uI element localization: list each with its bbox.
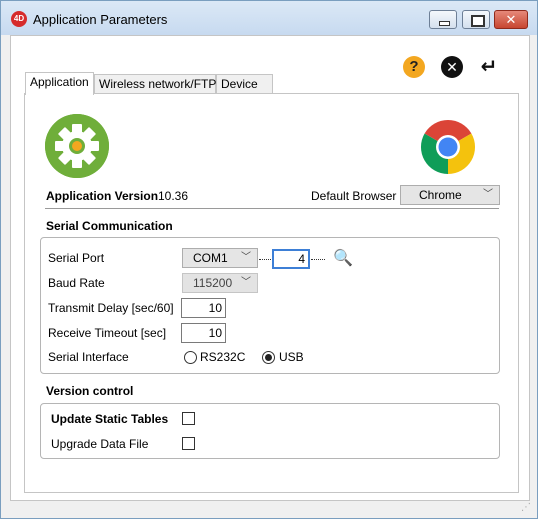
- enter-icon[interactable]: ↵: [478, 56, 500, 78]
- maximize-icon: [463, 11, 489, 28]
- baud-rate-select[interactable]: 115200 ﹀: [182, 273, 258, 293]
- baud-rate-label: Baud Rate: [48, 276, 105, 290]
- minimize-button[interactable]: [429, 10, 457, 29]
- rs232c-label: RS232C: [200, 350, 246, 364]
- upgrade-data-file-checkbox[interactable]: [182, 437, 195, 450]
- chevron-down-icon: ﹀: [483, 189, 493, 200]
- default-browser-select[interactable]: Chrome ﹀: [400, 185, 500, 205]
- rs232c-radio[interactable]: [184, 351, 197, 364]
- version-control-group: Update Static Tables Upgrade Data File: [40, 403, 500, 459]
- application-tab-panel: Application Version 10.36 Default Browse…: [24, 93, 519, 493]
- application-version-label: Application Version: [46, 189, 159, 203]
- zoom-icon[interactable]: 🔍: [333, 249, 353, 269]
- port-connector-line: [259, 259, 273, 260]
- window-title: Application Parameters: [33, 12, 168, 27]
- transmit-delay-field[interactable]: 10: [181, 298, 226, 318]
- dialog-client-area: ? ✕ ↵ Application Wireless network/FTP D…: [10, 35, 530, 501]
- cancel-icon[interactable]: ✕: [441, 56, 463, 78]
- gear-icon: [45, 114, 109, 178]
- tab-application[interactable]: Application: [25, 72, 94, 95]
- serial-port-number-field[interactable]: 4: [272, 249, 310, 269]
- application-version-value: 10.36: [158, 189, 189, 203]
- receive-timeout-label: Receive Timeout [sec]: [48, 326, 167, 340]
- serial-communication-group: Serial Port COM1 ﹀ 4 🔍 Baud Rate 115200 …: [40, 237, 500, 374]
- minimize-icon: [430, 11, 456, 28]
- usb-label: USB: [279, 350, 304, 364]
- maximize-button[interactable]: [462, 10, 490, 29]
- receive-timeout-field[interactable]: 10: [181, 323, 226, 343]
- serial-port-label: Serial Port: [48, 251, 105, 265]
- usb-radio[interactable]: [262, 351, 275, 364]
- baud-rate-value: 115200: [193, 276, 233, 290]
- title-bar[interactable]: 4D Application Parameters ✕: [1, 1, 537, 35]
- close-icon: ✕: [505, 12, 517, 27]
- application-parameters-window: 4D Application Parameters ✕ ? ✕ ↵ Applic…: [0, 0, 538, 519]
- close-window-button[interactable]: ✕: [494, 10, 528, 29]
- chevron-down-icon: ﹀: [241, 252, 251, 263]
- chevron-down-icon: ﹀: [241, 277, 251, 288]
- default-browser-label: Default Browser: [311, 189, 397, 203]
- serial-communication-title: Serial Communication: [46, 219, 173, 233]
- serial-port-select[interactable]: COM1 ﹀: [182, 248, 258, 268]
- tab-wireless-network-ftp[interactable]: Wireless network/FTP: [94, 74, 216, 94]
- help-icon[interactable]: ?: [403, 56, 425, 78]
- tab-device[interactable]: Device: [216, 74, 273, 94]
- update-static-tables-label: Update Static Tables: [51, 412, 169, 426]
- app-icon: 4D: [11, 11, 27, 27]
- version-control-title: Version control: [46, 384, 134, 398]
- serial-port-value: COM1: [193, 251, 228, 265]
- chrome-browser-icon: [419, 118, 477, 176]
- port-connector-line-right: [311, 259, 325, 260]
- header-separator: [45, 208, 499, 209]
- resize-grip[interactable]: ⋰: [521, 502, 533, 514]
- serial-interface-label: Serial Interface: [48, 350, 129, 364]
- upgrade-data-file-label: Upgrade Data File: [51, 437, 149, 451]
- transmit-delay-label: Transmit Delay [sec/60]: [48, 301, 174, 315]
- update-static-tables-checkbox[interactable]: [182, 412, 195, 425]
- default-browser-value: Chrome: [419, 188, 462, 202]
